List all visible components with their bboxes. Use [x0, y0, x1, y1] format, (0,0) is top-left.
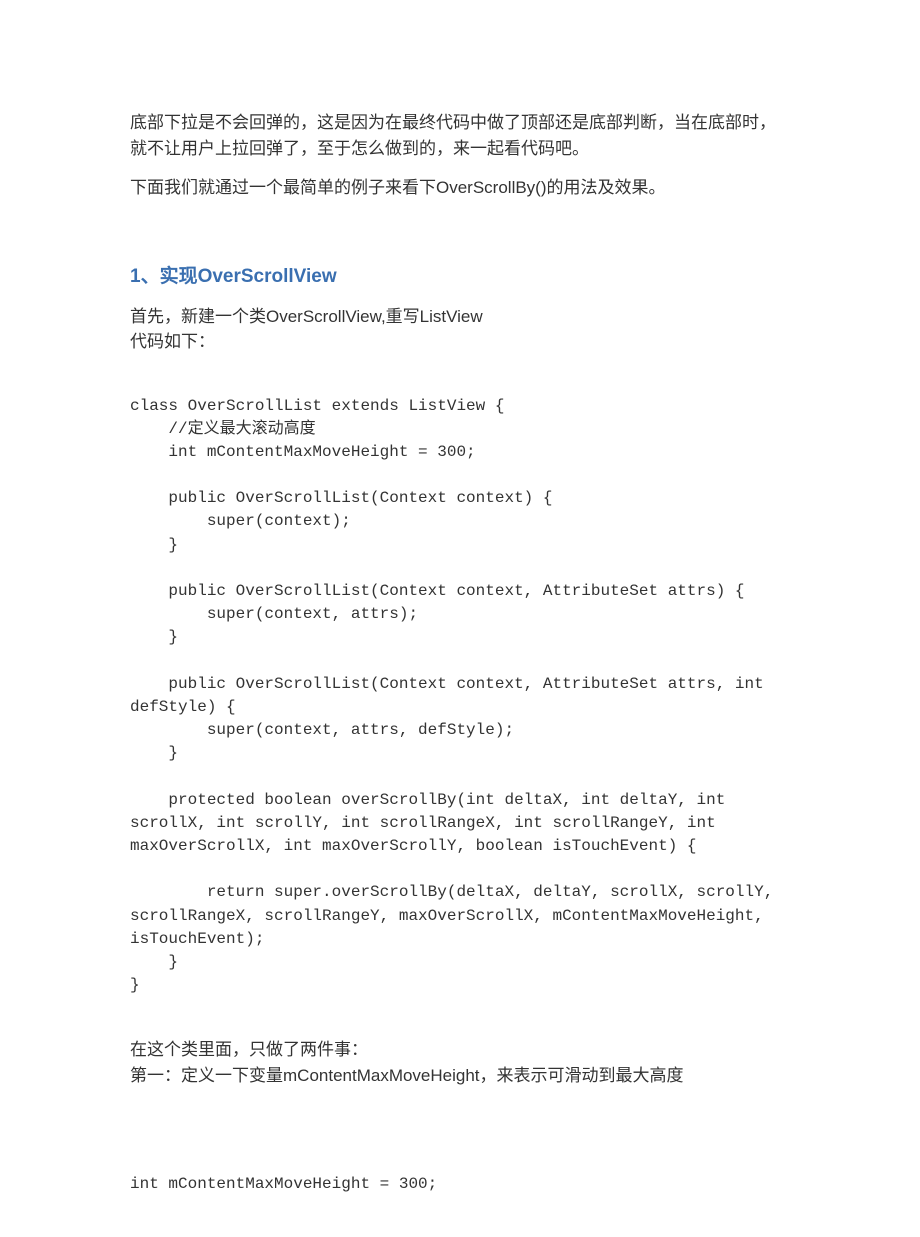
intro-paragraph-1: 底部下拉是不会回弹的，这是因为在最终代码中做了顶部还是底部判断，当在底部时，就不…: [130, 110, 790, 161]
intro-paragraph-2: 下面我们就通过一个最简单的例子来看下OverScrollBy()的用法及效果。: [130, 175, 790, 201]
paragraph-5: 在这个类里面，只做了两件事：: [130, 1037, 790, 1063]
code-block-2: int mContentMaxMoveHeight = 300;: [130, 1173, 790, 1196]
code-block-1: class OverScrollList extends ListView { …: [130, 395, 790, 998]
section-heading-1: 1、实现OverScrollView: [130, 261, 790, 288]
paragraph-3: 首先，新建一个类OverScrollView,重写ListView: [130, 304, 790, 330]
paragraph-6: 第一：定义一下变量mContentMaxMoveHeight，来表示可滑动到最大…: [130, 1063, 790, 1089]
paragraph-4: 代码如下：: [130, 329, 790, 355]
